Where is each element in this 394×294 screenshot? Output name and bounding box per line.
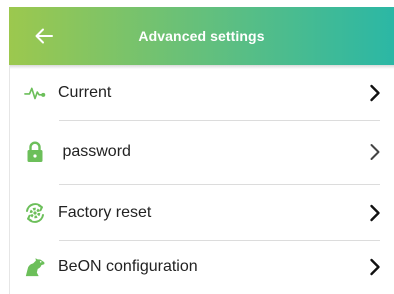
page-title: Advanced settings: [138, 28, 265, 44]
lock-icon: [24, 141, 46, 163]
dog-icon: [24, 256, 46, 278]
chevron-right-icon: [368, 142, 382, 162]
menu-item-beon-configuration[interactable]: BeON configuration: [10, 242, 394, 292]
chevron-right-icon: [368, 203, 382, 223]
divider: [59, 120, 380, 121]
divider: [59, 184, 380, 185]
menu-item-factory-reset[interactable]: Factory reset: [10, 188, 394, 238]
menu-item-label: password: [58, 143, 131, 160]
menu-item-password[interactable]: password: [10, 127, 394, 177]
menu-item-current[interactable]: Current: [10, 68, 394, 118]
divider: [59, 240, 380, 241]
menu-item-label: BeON configuration: [58, 258, 198, 275]
app-screen: Advanced settings Current password Facto…: [0, 0, 394, 294]
menu-item-label: Current: [58, 84, 112, 101]
chevron-right-icon: [368, 83, 382, 103]
reset-gear-icon: [24, 202, 46, 224]
app-header: Advanced settings: [9, 7, 394, 65]
pulse-icon: [24, 82, 46, 104]
menu-item-label: Factory reset: [58, 204, 152, 221]
chevron-right-icon: [368, 257, 382, 277]
